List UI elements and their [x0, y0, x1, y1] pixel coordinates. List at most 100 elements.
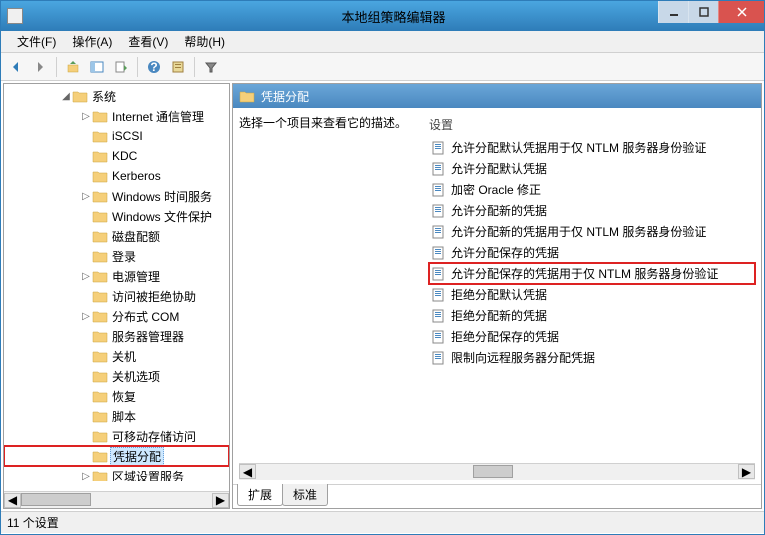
- setting-item[interactable]: 允许分配默认凭据用于仅 NTLM 服务器身份验证: [429, 137, 755, 158]
- up-button[interactable]: [62, 56, 84, 78]
- setting-item[interactable]: 加密 Oracle 修正: [429, 179, 755, 200]
- policy-icon: [431, 308, 447, 324]
- tree-item-label: iSCSI: [110, 129, 145, 143]
- expand-icon[interactable]: ▷: [80, 311, 92, 322]
- toolbar: ?: [1, 53, 764, 81]
- folder-icon: [92, 209, 108, 223]
- tree-item[interactable]: ▷电源管理: [4, 266, 229, 286]
- tree-item[interactable]: 可移动存储访问: [4, 426, 229, 446]
- setting-label: 允许分配保存的凭据用于仅 NTLM 服务器身份验证: [451, 265, 718, 282]
- close-button[interactable]: [718, 1, 764, 23]
- folder-icon: [92, 149, 108, 163]
- tree-root-system[interactable]: ◢ 系统: [4, 86, 229, 106]
- scroll-right-icon[interactable]: ▶: [738, 464, 755, 479]
- expand-icon[interactable]: ▷: [80, 471, 92, 482]
- collapse-icon[interactable]: ◢: [60, 91, 72, 102]
- tree-item[interactable]: ▷分布式 COM: [4, 306, 229, 326]
- tree-item-label: 磁盘配额: [110, 228, 162, 245]
- menu-file[interactable]: 文件(F): [9, 31, 64, 52]
- scroll-left-icon[interactable]: ◀: [4, 493, 21, 508]
- folder-icon: [72, 89, 88, 103]
- folder-icon: [92, 369, 108, 383]
- expand-icon[interactable]: ▷: [80, 111, 92, 122]
- tree-item[interactable]: 恢复: [4, 386, 229, 406]
- tree-item[interactable]: ▷Internet 通信管理: [4, 106, 229, 126]
- setting-item[interactable]: 拒绝分配默认凭据: [429, 284, 755, 305]
- scroll-track[interactable]: [21, 493, 212, 508]
- policy-icon: [431, 161, 447, 177]
- folder-icon: [92, 249, 108, 263]
- setting-item[interactable]: 允许分配新的凭据: [429, 200, 755, 221]
- scroll-left-icon[interactable]: ◀: [239, 464, 256, 479]
- expand-icon[interactable]: ▷: [80, 271, 92, 282]
- tree[interactable]: ◢ 系统 ▷Internet 通信管理iSCSIKDCKerberos▷Wind…: [4, 84, 229, 481]
- nav-forward-button[interactable]: [29, 56, 51, 78]
- maximize-button[interactable]: [688, 1, 718, 23]
- tree-item[interactable]: Windows 文件保护: [4, 206, 229, 226]
- scroll-track[interactable]: [256, 464, 738, 480]
- scroll-thumb[interactable]: [473, 465, 513, 478]
- tree-item-label: 凭据分配: [110, 447, 164, 466]
- tree-item[interactable]: 脚本: [4, 406, 229, 426]
- minimize-button[interactable]: [658, 1, 688, 23]
- status-text: 11 个设置: [7, 514, 59, 531]
- list-hscrollbar[interactable]: ◀ ▶: [239, 463, 755, 480]
- tree-item[interactable]: ▷区域设置服务: [4, 466, 229, 481]
- help-button[interactable]: ?: [143, 56, 165, 78]
- tree-item[interactable]: 服务器管理器: [4, 326, 229, 346]
- setting-item[interactable]: 允许分配默认凭据: [429, 158, 755, 179]
- setting-label: 允许分配默认凭据用于仅 NTLM 服务器身份验证: [451, 139, 706, 156]
- tree-item[interactable]: iSCSI: [4, 126, 229, 146]
- setting-item[interactable]: 拒绝分配保存的凭据: [429, 326, 755, 347]
- setting-item[interactable]: 允许分配保存的凭据: [429, 242, 755, 263]
- menu-action[interactable]: 操作(A): [64, 31, 120, 52]
- tree-item[interactable]: Kerberos: [4, 166, 229, 186]
- tree-item[interactable]: 关机选项: [4, 366, 229, 386]
- tree-item[interactable]: 凭据分配: [4, 446, 229, 466]
- tree-item[interactable]: KDC: [4, 146, 229, 166]
- tree-item[interactable]: 关机: [4, 346, 229, 366]
- setting-label: 允许分配新的凭据: [451, 202, 547, 219]
- policy-icon: [431, 224, 447, 240]
- folder-icon: [92, 169, 108, 183]
- expand-icon[interactable]: ▷: [80, 191, 92, 202]
- setting-label: 允许分配新的凭据用于仅 NTLM 服务器身份验证: [451, 223, 706, 240]
- tree-item-label: 脚本: [110, 408, 138, 425]
- setting-label: 允许分配默认凭据: [451, 160, 547, 177]
- toolbar-separator: [137, 57, 138, 77]
- properties-button[interactable]: [167, 56, 189, 78]
- app-icon: [7, 8, 23, 24]
- tab-standard[interactable]: 标准: [282, 484, 328, 506]
- scroll-right-icon[interactable]: ▶: [212, 493, 229, 508]
- tab-extended[interactable]: 扩展: [237, 484, 283, 506]
- setting-item[interactable]: 拒绝分配新的凭据: [429, 305, 755, 326]
- tree-label: 系统: [90, 88, 118, 105]
- scroll-thumb[interactable]: [21, 493, 91, 506]
- tree-item[interactable]: 访问被拒绝协助: [4, 286, 229, 306]
- tree-item[interactable]: ▷Windows 时间服务: [4, 186, 229, 206]
- nav-back-button[interactable]: [5, 56, 27, 78]
- tree-item[interactable]: 磁盘配额: [4, 226, 229, 246]
- window-controls: [658, 1, 764, 23]
- setting-item[interactable]: 允许分配保存的凭据用于仅 NTLM 服务器身份验证: [429, 263, 755, 284]
- toolbar-separator: [56, 57, 57, 77]
- setting-label: 拒绝分配默认凭据: [451, 286, 547, 303]
- export-list-button[interactable]: [110, 56, 132, 78]
- policy-icon: [431, 140, 447, 156]
- setting-label: 拒绝分配新的凭据: [451, 307, 547, 324]
- column-header-setting[interactable]: 设置: [429, 114, 755, 137]
- tree-hscrollbar[interactable]: ◀ ▶: [4, 491, 229, 508]
- folder-icon: [92, 449, 108, 463]
- tree-item-label: Kerberos: [110, 169, 163, 183]
- folder-icon: [92, 409, 108, 423]
- tree-item-label: KDC: [110, 149, 139, 163]
- show-hide-tree-button[interactable]: [86, 56, 108, 78]
- tree-item[interactable]: 登录: [4, 246, 229, 266]
- setting-item[interactable]: 允许分配新的凭据用于仅 NTLM 服务器身份验证: [429, 221, 755, 242]
- filter-button[interactable]: [200, 56, 222, 78]
- folder-icon: [92, 109, 108, 123]
- setting-item[interactable]: 限制向远程服务器分配凭据: [429, 347, 755, 368]
- menu-view[interactable]: 查看(V): [120, 31, 176, 52]
- menu-help[interactable]: 帮助(H): [176, 31, 233, 52]
- setting-label: 加密 Oracle 修正: [451, 181, 541, 198]
